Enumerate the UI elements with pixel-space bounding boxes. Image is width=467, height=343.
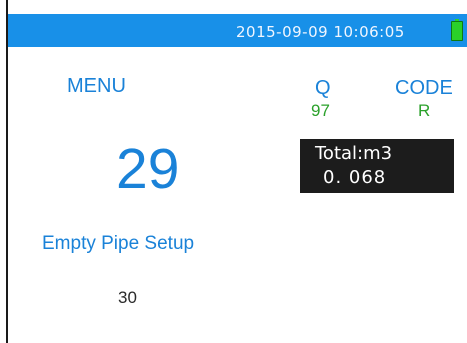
code-label: CODE — [395, 77, 453, 99]
q-value: 97 — [311, 101, 330, 120]
total-panel: Total:m3 0. 068 — [300, 139, 454, 193]
code-value: R — [418, 101, 431, 120]
menu-label: MENU — [67, 75, 126, 97]
total-value: 0. 068 — [323, 167, 387, 188]
datetime-display: 2015-09-09 10:06:05 — [236, 23, 405, 41]
setting-name: Empty Pipe Setup — [42, 233, 195, 254]
menu-number: 29 — [116, 137, 180, 201]
total-label: Total:m3 — [315, 143, 393, 164]
screen-left-border — [0, 0, 8, 343]
q-label: Q — [315, 77, 331, 99]
battery-icon — [451, 19, 463, 41]
setting-value: 30 — [118, 288, 137, 307]
